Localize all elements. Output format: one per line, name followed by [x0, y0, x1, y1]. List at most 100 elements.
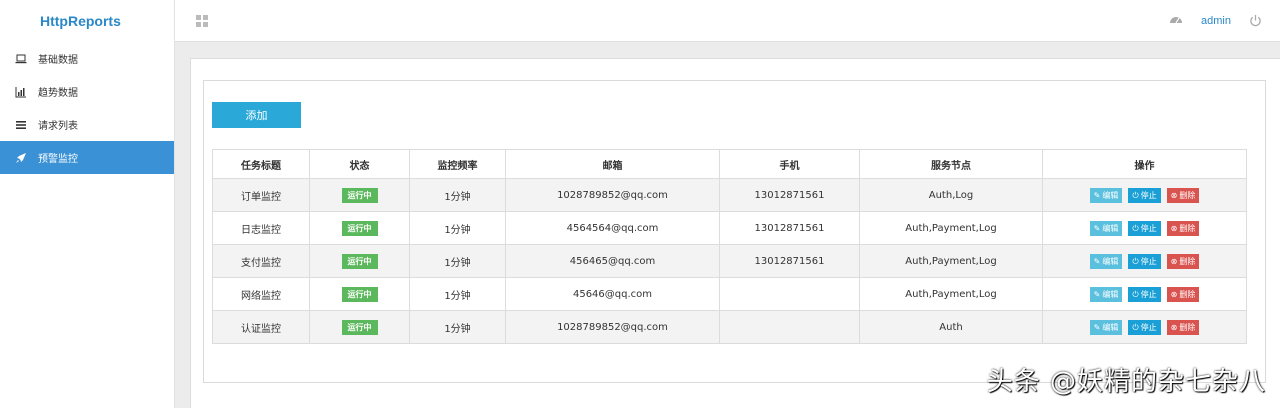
power-icon: ⏻ — [1132, 190, 1139, 200]
main-content: 添加 任务标题 状态 监控频率 邮箱 手机 服务节点 操作 订单监控 运行中 1… — [175, 42, 1280, 408]
table-row: 认证监控 运行中 1分钟 1028789852@qq.com Auth ✎ 编辑 ⏻ 停止 ⊗ 删除 — [212, 310, 1247, 344]
edit-icon: ✎ — [1093, 190, 1101, 200]
sidebar-item-request-list[interactable]: 请求列表 — [0, 108, 174, 141]
stop-button[interactable]: ⏻ 停止 — [1128, 319, 1161, 335]
stop-button[interactable]: ⏻ 停止 — [1128, 187, 1161, 203]
table-row: 网络监控 运行中 1分钟 45646@qq.com Auth,Payment,Log ✎ 编… — [212, 277, 1247, 311]
actions-cell: ✎ 编辑 ⏻ 停止 ⊗ 删除 — [1042, 310, 1247, 344]
edit-button[interactable]: ✎ 编辑 — [1089, 253, 1123, 269]
sidebar: HttpReports 基础数据 趋势数据 请求列表 预警监控 — [0, 0, 175, 408]
col-header: 监控频率 — [409, 149, 506, 179]
sidebar-item-label: 请求列表 — [38, 121, 78, 132]
laptop-icon — [14, 52, 28, 66]
stop-label: 停止 — [1140, 223, 1157, 233]
status-cell: 运行中 — [309, 244, 410, 278]
edit-icon: ✎ — [1093, 289, 1101, 299]
phone-cell: 13012871561 — [719, 244, 860, 278]
status-cell: 运行中 — [309, 310, 410, 344]
col-header: 服务节点 — [859, 149, 1043, 179]
bar-chart-icon — [14, 85, 28, 99]
stop-label: 停止 — [1140, 289, 1157, 299]
grid-icon[interactable] — [195, 13, 209, 27]
brand-logo[interactable]: HttpReports — [0, 0, 174, 42]
nodes-cell: Auth,Payment,Log — [859, 211, 1043, 245]
frequency-cell: 1分钟 — [409, 310, 506, 344]
delete-button[interactable]: ⊗ 删除 — [1166, 187, 1200, 203]
email-cell: 4564564@qq.com — [505, 211, 720, 245]
task-title: 日志监控 — [212, 211, 310, 245]
edit-icon: ✎ — [1093, 322, 1101, 332]
power-icon[interactable] — [1249, 12, 1262, 31]
frequency-cell: 1分钟 — [409, 277, 506, 311]
stop-button[interactable]: ⏻ 停止 — [1128, 220, 1161, 236]
delete-label: 删除 — [1179, 223, 1196, 233]
nodes-cell: Auth — [859, 310, 1043, 344]
stop-label: 停止 — [1140, 256, 1157, 266]
edit-label: 编辑 — [1102, 256, 1119, 266]
power-icon: ⏻ — [1132, 289, 1139, 299]
user-menu[interactable]: admin — [1201, 15, 1231, 27]
status-badge: 运行中 — [341, 319, 378, 335]
nodes-cell: Auth,Payment,Log — [859, 244, 1043, 278]
edit-label: 编辑 — [1102, 289, 1119, 299]
edit-button[interactable]: ✎ 编辑 — [1089, 319, 1123, 335]
email-cell: 1028789852@qq.com — [505, 310, 720, 344]
phone-cell — [719, 310, 860, 344]
nodes-cell: Auth,Log — [859, 178, 1043, 212]
status-cell: 运行中 — [309, 178, 410, 212]
dashboard-icon[interactable] — [1169, 12, 1183, 31]
phone-cell: 13012871561 — [719, 178, 860, 212]
stop-label: 停止 — [1140, 190, 1157, 200]
watermark: 头条 @妖精的杂七杂八 — [986, 367, 1266, 397]
stop-button[interactable]: ⏻ 停止 — [1128, 253, 1161, 269]
delete-label: 删除 — [1179, 256, 1196, 266]
power-icon: ⏻ — [1132, 256, 1139, 266]
edit-button[interactable]: ✎ 编辑 — [1089, 286, 1123, 302]
edit-label: 编辑 — [1102, 322, 1119, 332]
delete-button[interactable]: ⊗ 删除 — [1166, 253, 1200, 269]
edit-label: 编辑 — [1102, 190, 1119, 200]
actions-cell: ✎ 编辑 ⏻ 停止 ⊗ 删除 — [1042, 178, 1247, 212]
actions-cell: ✎ 编辑 ⏻ 停止 ⊗ 删除 — [1042, 277, 1247, 311]
edit-button[interactable]: ✎ 编辑 — [1089, 187, 1123, 203]
status-badge: 运行中 — [341, 253, 378, 269]
phone-cell — [719, 277, 860, 311]
edit-button[interactable]: ✎ 编辑 — [1089, 220, 1123, 236]
add-button[interactable]: 添加 — [212, 102, 301, 128]
frequency-cell: 1分钟 — [409, 244, 506, 278]
col-header: 状态 — [309, 149, 410, 179]
table-row: 日志监控 运行中 1分钟 4564564@qq.com 13012871561 Auth,… — [212, 211, 1247, 245]
monitor-card: 添加 任务标题 状态 监控频率 邮箱 手机 服务节点 操作 订单监控 运行中 1… — [203, 80, 1266, 383]
frequency-cell: 1分钟 — [409, 178, 506, 212]
delete-label: 删除 — [1179, 322, 1196, 332]
monitor-panel: 添加 任务标题 状态 监控频率 邮箱 手机 服务节点 操作 订单监控 运行中 1… — [190, 58, 1280, 408]
status-badge: 运行中 — [341, 286, 378, 302]
email-cell: 456465@qq.com — [505, 244, 720, 278]
sidebar-item-basic-data[interactable]: 基础数据 — [0, 42, 174, 75]
sidebar-item-label: 预警监控 — [38, 154, 78, 165]
edit-icon: ✎ — [1093, 256, 1101, 266]
delete-button[interactable]: ⊗ 删除 — [1166, 286, 1200, 302]
delete-button[interactable]: ⊗ 删除 — [1166, 220, 1200, 236]
edit-label: 编辑 — [1102, 223, 1119, 233]
delete-label: 删除 — [1179, 289, 1196, 299]
email-cell: 1028789852@qq.com — [505, 178, 720, 212]
delete-button[interactable]: ⊗ 删除 — [1166, 319, 1200, 335]
col-header: 任务标题 — [212, 149, 310, 179]
table-row: 订单监控 运行中 1分钟 1028789852@qq.com 13012871561 Au… — [212, 178, 1247, 212]
sidebar-item-alert-monitor[interactable]: 预警监控 — [0, 141, 174, 174]
close-circle-icon: ⊗ — [1170, 190, 1178, 200]
power-icon: ⏻ — [1132, 322, 1139, 332]
status-cell: 运行中 — [309, 277, 410, 311]
rocket-icon — [14, 151, 28, 165]
monitor-table: 任务标题 状态 监控频率 邮箱 手机 服务节点 操作 订单监控 运行中 1分钟 102… — [212, 149, 1247, 344]
table-header-row: 任务标题 状态 监控频率 邮箱 手机 服务节点 操作 — [212, 149, 1247, 179]
sidebar-item-trend-data[interactable]: 趋势数据 — [0, 75, 174, 108]
col-header: 手机 — [719, 149, 860, 179]
email-cell: 45646@qq.com — [505, 277, 720, 311]
delete-label: 删除 — [1179, 190, 1196, 200]
stop-button[interactable]: ⏻ 停止 — [1128, 286, 1161, 302]
top-bar: admin — [175, 0, 1280, 42]
status-badge: 运行中 — [341, 187, 378, 203]
close-circle-icon: ⊗ — [1170, 256, 1178, 266]
